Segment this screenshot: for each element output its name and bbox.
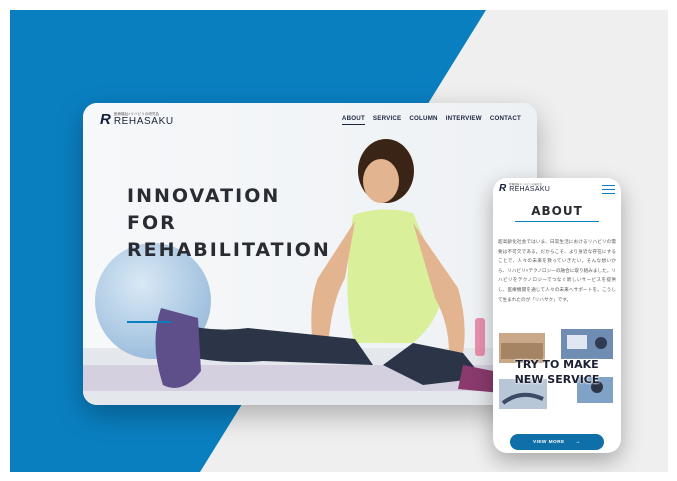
about-title: ABOUT xyxy=(531,204,583,218)
logo-name: REHASAKU xyxy=(113,116,174,127)
nav-column[interactable]: COLUMN xyxy=(409,115,437,125)
hero-accent-line xyxy=(127,321,171,323)
desktop-header: R 医療福祉×リハビリの研究会 REHASAKU ABOUT SERVICE C… xyxy=(83,103,537,137)
desktop-mockup: R 医療福祉×リハビリの研究会 REHASAKU ABOUT SERVICE C… xyxy=(83,103,537,405)
logo-mark: R xyxy=(100,111,111,128)
logo-text: 医療福祉×リハビリの研究会 REHASAKU xyxy=(509,183,550,194)
arrow-right-icon: → xyxy=(574,439,581,445)
service-heading: TRY TO MAKE NEW SERVICE xyxy=(493,357,621,387)
hero-line-3: REHABILITATION xyxy=(127,239,331,261)
logo-name: REHASAKU xyxy=(509,186,551,193)
mobile-header: R 医療福祉×リハビリの研究会 REHASAKU xyxy=(493,178,621,200)
hero-line-1: INNOVATION xyxy=(127,185,281,207)
hero-line-2: FOR xyxy=(127,212,177,234)
mobile-logo[interactable]: R 医療福祉×リハビリの研究会 REHASAKU xyxy=(499,183,550,194)
desktop-nav: ABOUT SERVICE COLUMN INTERVIEW CONTACT xyxy=(341,115,521,125)
nav-about[interactable]: ABOUT xyxy=(341,115,365,125)
hamburger-menu-icon[interactable] xyxy=(602,185,615,194)
hero-heading: INNOVATION FOR REHABILITATION xyxy=(127,183,331,264)
about-title-underline xyxy=(515,221,599,222)
view-more-label: VIEW MORE xyxy=(533,439,565,445)
service-heading-line-2: NEW SERVICE xyxy=(514,373,600,386)
service-heading-line-1: TRY TO MAKE xyxy=(515,358,599,371)
logo-text: 医療福祉×リハビリの研究会 REHASAKU xyxy=(114,112,174,127)
about-body-text: 超高齢化社会ではいま、日常生活におけるリハビリの需要は不可欠である。だからこそ、… xyxy=(498,239,616,302)
showcase-frame: R 医療福祉×リハビリの研究会 REHASAKU ABOUT SERVICE C… xyxy=(10,10,668,472)
nav-contact[interactable]: CONTACT xyxy=(490,115,521,125)
view-more-button[interactable]: VIEW MORE → xyxy=(510,434,604,450)
nav-service[interactable]: SERVICE xyxy=(373,115,401,125)
desktop-logo[interactable]: R 医療福祉×リハビリの研究会 REHASAKU xyxy=(100,112,174,127)
logo-mark: R xyxy=(499,183,507,194)
mobile-mockup: R 医療福祉×リハビリの研究会 REHASAKU ABOUT 超高齢化社会ではい… xyxy=(493,178,621,453)
nav-interview[interactable]: INTERVIEW xyxy=(446,115,482,125)
